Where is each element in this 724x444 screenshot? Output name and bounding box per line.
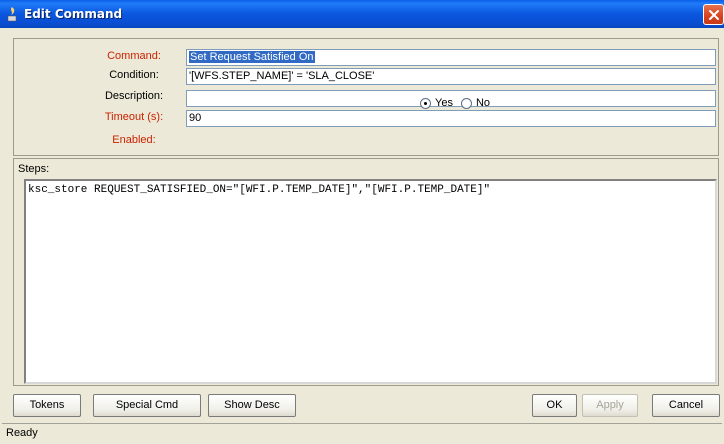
enabled-label: Enabled:: [112, 134, 156, 146]
close-button[interactable]: [703, 4, 724, 25]
cancel-button[interactable]: Cancel: [652, 394, 720, 417]
special-cmd-button[interactable]: Special Cmd: [93, 394, 201, 417]
enabled-no-label[interactable]: No: [476, 97, 490, 109]
apply-button[interactable]: Apply: [582, 394, 638, 417]
condition-label: Condition:: [109, 69, 159, 81]
title-bar[interactable]: Edit Command: [0, 0, 724, 28]
enabled-yes-radio[interactable]: [420, 97, 431, 109]
app-icon: [5, 6, 19, 22]
close-icon: [709, 10, 719, 20]
command-field[interactable]: Set Request Satisfied On: [186, 49, 716, 66]
command-label: Command:: [107, 50, 161, 62]
enabled-no-radio[interactable]: [460, 97, 472, 109]
enabled-radio-group: Yes No: [420, 97, 498, 109]
command-value: Set Request Satisfied On: [189, 51, 315, 63]
window-title: Edit Command: [24, 7, 123, 21]
edit-command-dialog: Edit Command Command: Set Request Satisf…: [0, 0, 724, 444]
enabled-yes-label[interactable]: Yes: [435, 97, 453, 109]
status-bar: Ready: [2, 423, 722, 442]
tokens-button[interactable]: Tokens: [13, 394, 81, 417]
timeout-field[interactable]: 90: [186, 110, 716, 127]
show-desc-button[interactable]: Show Desc: [208, 394, 296, 417]
command-form: Command: Set Request Satisfied On Condit…: [13, 38, 719, 156]
description-label: Description:: [104, 90, 164, 102]
timeout-label: Timeout (s):: [104, 111, 164, 123]
condition-field[interactable]: '[WFS.STEP_NAME]' = 'SLA_CLOSE': [186, 68, 716, 85]
ok-button[interactable]: OK: [532, 394, 577, 417]
steps-label: Steps:: [18, 163, 50, 175]
steps-textarea[interactable]: ksc_store REQUEST_SATISFIED_ON="[WFI.P.T…: [24, 179, 717, 384]
